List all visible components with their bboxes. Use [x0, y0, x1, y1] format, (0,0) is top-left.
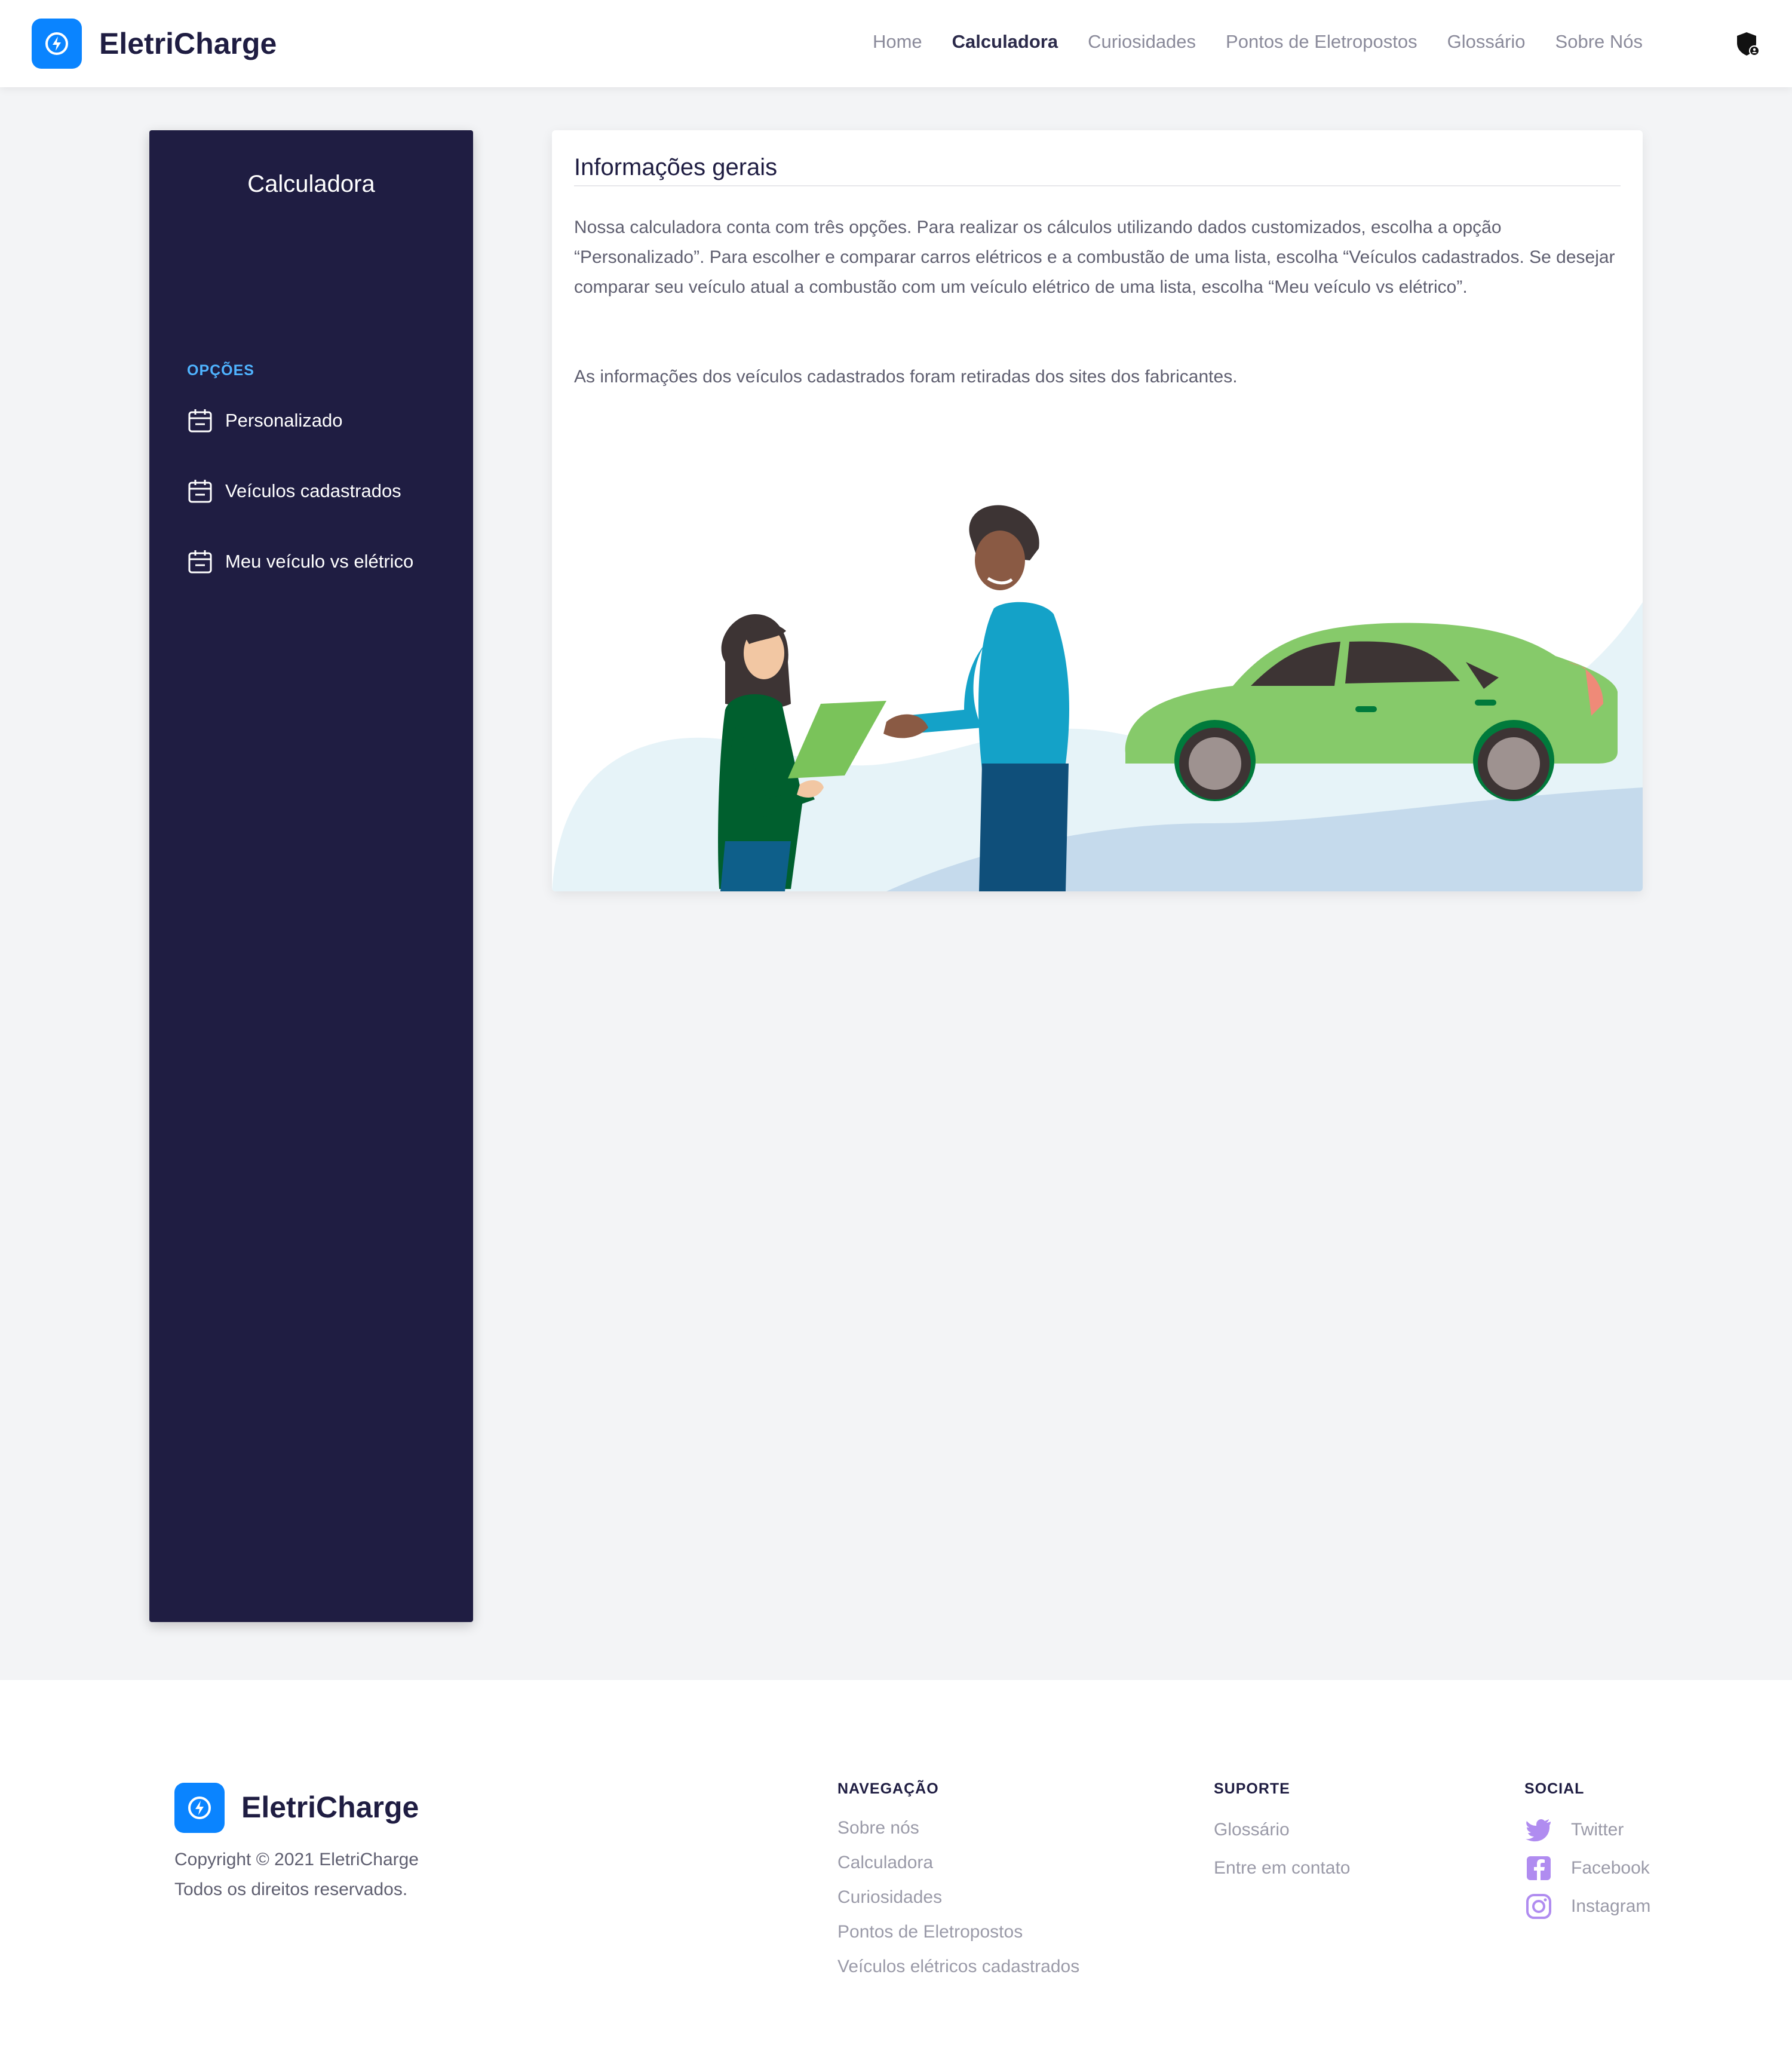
sidebar-item-label: Meu veículo vs elétrico — [225, 551, 414, 572]
footer-column-title: NAVEGAÇÃO — [837, 1780, 939, 1797]
footer-link-curiosidades[interactable]: Curiosidades — [837, 1880, 1079, 1915]
info-card: Informações gerais Nossa calculadora con… — [552, 130, 1643, 891]
footer-link-twitter[interactable]: Twitter — [1524, 1811, 1650, 1849]
nav-calculadora[interactable]: Calculadora — [952, 31, 1058, 53]
nav-home[interactable]: Home — [873, 31, 922, 53]
shield-user-icon[interactable] — [1735, 31, 1761, 57]
sidebar-item-label: Veículos cadastrados — [225, 480, 401, 501]
nav-pontos-de-eletropostos[interactable]: Pontos de Eletropostos — [1226, 31, 1417, 53]
top-navbar: EletriCharge Home Calculadora Curiosidad… — [0, 0, 1792, 87]
sidebar-item-meu-veiculo-vs-eletrico[interactable]: Meu veículo vs elétrico — [187, 548, 413, 575]
sidebar-item-label: Personalizado — [225, 410, 343, 431]
footer-support-column: SUPORTE Glossário Entre em contato — [1214, 1780, 1350, 1887]
footer-brand-logo-icon[interactable] — [174, 1783, 225, 1833]
social-label: Twitter — [1571, 1820, 1624, 1840]
footer-brand-name[interactable]: EletriCharge — [241, 1790, 419, 1825]
sidebar-item-personalizado[interactable]: Personalizado — [187, 407, 342, 434]
footer-link-veiculos-eletricos[interactable]: Veículos elétricos cadastrados — [837, 1949, 1079, 1984]
footer-link-pontos-de-eletropostos[interactable]: Pontos de Eletropostos — [837, 1915, 1079, 1949]
copyright-line: Copyright © 2021 EletriCharge — [174, 1850, 419, 1869]
sidebar-title: Calculadora — [247, 171, 375, 197]
card-heading: Informações gerais — [574, 154, 778, 180]
social-label: Instagram — [1571, 1896, 1651, 1916]
nav-sobre-nos[interactable]: Sobre Nós — [1555, 31, 1643, 53]
footer-column-title: SUPORTE — [1214, 1780, 1290, 1797]
footer-link-calculadora[interactable]: Calculadora — [837, 1845, 1079, 1880]
footer-navigation-column: NAVEGAÇÃO Sobre nós Calculadora Curiosid… — [837, 1780, 1079, 1984]
site-footer: EletriCharge Copyright © 2021 EletriChar… — [0, 1680, 1792, 2054]
facebook-icon — [1527, 1856, 1551, 1880]
nav-glossario[interactable]: Glossário — [1447, 31, 1526, 53]
rights-line: Todos os direitos reservados. — [174, 1880, 408, 1899]
calculator-sidebar: Calculadora OPÇÕES Personalizado Veículo… — [149, 130, 473, 1622]
social-label: Facebook — [1571, 1858, 1650, 1878]
sidebar-item-veiculos-cadastrados[interactable]: Veículos cadastrados — [187, 478, 401, 504]
calendar-icon — [188, 550, 212, 574]
car-purchase-illustration — [552, 505, 1643, 891]
brand-logo-icon[interactable] — [32, 19, 82, 69]
brand-name[interactable]: EletriCharge — [99, 26, 277, 61]
info-paragraph-source: As informações dos veículos cadastrados … — [574, 367, 1238, 387]
heading-divider — [574, 185, 1621, 186]
nav-curiosidades[interactable]: Curiosidades — [1088, 31, 1196, 53]
footer-link-glossario[interactable]: Glossário — [1214, 1811, 1350, 1849]
footer-link-instagram[interactable]: Instagram — [1524, 1887, 1650, 1926]
footer-column-title: SOCIAL — [1524, 1780, 1585, 1797]
instagram-icon — [1526, 1894, 1551, 1919]
sidebar-section-label: OPÇÕES — [187, 362, 254, 379]
calendar-icon — [188, 409, 212, 433]
footer-social-column: SOCIAL Twitter Facebook Instagram — [1524, 1780, 1650, 1926]
twitter-icon — [1526, 1819, 1551, 1842]
calendar-icon — [188, 480, 212, 503]
footer-link-facebook[interactable]: Facebook — [1524, 1849, 1650, 1887]
main-nav: Home Calculadora Curiosidades Pontos de … — [873, 31, 1643, 53]
footer-link-sobre-nos[interactable]: Sobre nós — [837, 1811, 1079, 1845]
copyright-text: Copyright © 2021 EletriCharge Todos os d… — [174, 1845, 419, 1905]
info-paragraph-options: Nossa calculadora conta com três opções.… — [574, 217, 1615, 297]
footer-link-entre-em-contato[interactable]: Entre em contato — [1214, 1849, 1350, 1887]
